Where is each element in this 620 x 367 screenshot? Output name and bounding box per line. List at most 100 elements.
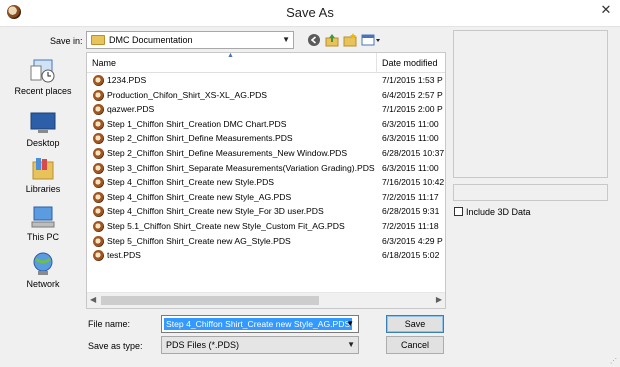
file-date: 7/1/2015 2:00 P	[382, 104, 443, 115]
file-name: 1234.PDS	[107, 75, 147, 85]
save-as-type-value: PDS Files (*.PDS)	[166, 340, 240, 350]
file-name: Step 1_Chiffon Shirt_Creation DMC Chart.…	[107, 118, 287, 129]
file-list-header: ▲ Name Date modified	[87, 53, 445, 73]
file-row[interactable]: 1234.PDS 7/1/2015 1:53 P	[87, 74, 445, 88]
file-row[interactable]: qazwer.PDS 7/1/2015 2:00 P	[87, 103, 445, 117]
place-label: Libraries	[25, 184, 61, 194]
chevron-down-icon: ▼	[282, 35, 290, 44]
file-name-label: File name:	[88, 319, 131, 329]
file-row[interactable]: Step 4_Chiffon Shirt_Create new Style_Fo…	[87, 205, 445, 219]
file-date: 7/16/2015 10:42	[382, 177, 444, 188]
pds-file-icon	[93, 221, 104, 232]
pds-file-icon	[93, 104, 104, 116]
file-name: Step 4_Chiffon Shirt_Create new Style_AG…	[107, 191, 292, 202]
file-name: Step 3_Chiffon Shirt_Separate Measuremen…	[107, 162, 375, 173]
include-3d-label: Include 3D Data	[466, 207, 531, 217]
save-in-value: DMC Documentation	[109, 35, 193, 45]
place-desktop[interactable]: Desktop	[4, 110, 82, 148]
chevron-down-icon[interactable]: ▼	[346, 319, 354, 328]
file-date: 6/3/2015 11:00	[382, 162, 439, 173]
save-as-type-label: Save as type:	[88, 341, 143, 351]
file-row[interactable]: Step 3_Chiffon Shirt_Separate Measuremen…	[87, 162, 445, 176]
pds-file-icon	[93, 162, 104, 174]
save-button[interactable]: Save	[386, 315, 444, 333]
pds-file-icon	[93, 75, 104, 86]
include-3d-checkbox[interactable]	[454, 207, 463, 216]
view-menu-icon[interactable]	[361, 33, 383, 47]
place-label: Desktop	[26, 138, 60, 148]
file-date: 7/1/2015 1:53 P	[382, 75, 443, 85]
pds-file-icon	[93, 133, 104, 145]
place-libraries[interactable]: Libraries	[4, 156, 82, 194]
network-icon	[28, 251, 58, 277]
place-network[interactable]: Network	[4, 251, 82, 289]
pds-file-icon	[93, 250, 104, 262]
file-row[interactable]: Step 2_Chiffon Shirt_Define Measurements…	[87, 132, 445, 146]
scroll-right-icon[interactable]: ▶	[436, 295, 442, 304]
file-row[interactable]: Step 5_Chiffon Shirt_Create new AG_Style…	[87, 235, 445, 249]
file-name: Step 2_Chiffon Shirt_Define Measurements…	[107, 148, 348, 158]
file-name: Step 5_Chiffon Shirt_Create new AG_Style…	[107, 235, 291, 246]
desktop-icon	[28, 110, 58, 136]
new-folder-icon[interactable]	[342, 33, 358, 47]
window-title: Save As	[286, 5, 334, 20]
pds-file-icon	[93, 191, 104, 203]
back-icon[interactable]	[306, 33, 322, 47]
file-row[interactable]: Step 5.1_Chiffon Shirt_Create new Style_…	[87, 220, 445, 234]
file-date: 7/2/2015 11:17	[382, 191, 439, 202]
title-bar: Save As ✕	[0, 0, 620, 27]
close-icon[interactable]: ✕	[596, 1, 616, 19]
file-name: Step 5.1_Chiffon Shirt_Create new Style_…	[107, 221, 345, 231]
column-header-name[interactable]: Name	[92, 58, 116, 68]
file-name: test.PDS	[107, 250, 141, 261]
file-date: 6/3/2015 11:00	[382, 118, 439, 129]
scroll-left-icon[interactable]: ◀	[90, 295, 96, 304]
file-row[interactable]: Step 4_Chiffon Shirt_Create new Style_AG…	[87, 191, 445, 205]
place-recent-places[interactable]: Recent places	[4, 58, 82, 96]
scrollbar-thumb[interactable]	[101, 296, 319, 305]
place-this-pc[interactable]: This PC	[4, 204, 82, 242]
column-header-date[interactable]: Date modified	[382, 58, 438, 68]
resize-grip-icon[interactable]: ⋰	[610, 357, 618, 365]
file-row[interactable]: Step 4_Chiffon Shirt_Create new Style.PD…	[87, 176, 445, 190]
sort-ascending-icon: ▲	[227, 52, 234, 59]
file-row[interactable]: Step 2_Chiffon Shirt_Define Measurements…	[87, 147, 445, 161]
file-name: Step 2_Chiffon Shirt_Define Measurements…	[107, 133, 293, 144]
column-separator[interactable]	[376, 53, 377, 72]
file-list[interactable]: ▲ Name Date modified 1234.PDS 7/1/2015 1:…	[86, 52, 446, 309]
file-date: 6/4/2015 2:57 P	[382, 89, 443, 100]
place-label: Recent places	[14, 86, 72, 96]
file-row[interactable]: Step 1_Chiffon Shirt_Creation DMC Chart.…	[87, 118, 445, 132]
save-in-label: Save in:	[50, 36, 83, 46]
place-label: Network	[26, 279, 60, 289]
file-name: Step 4_Chiffon Shirt_Create new Style_Fo…	[107, 206, 324, 217]
up-folder-icon[interactable]	[324, 33, 340, 47]
libraries-icon	[28, 156, 58, 182]
file-date: 6/3/2015 4:29 P	[382, 235, 443, 246]
file-row[interactable]: Production_Chifon_Shirt_XS-XL_AG.PDS 6/4/…	[87, 89, 445, 103]
save-as-type-select[interactable]: PDS Files (*.PDS) ▼	[161, 336, 359, 354]
pds-file-icon	[93, 148, 104, 159]
pds-file-icon	[93, 89, 104, 101]
file-date: 6/28/2015 10:37	[382, 148, 444, 158]
preview-info-box	[453, 184, 608, 201]
cancel-button[interactable]: Cancel	[386, 336, 444, 354]
pds-file-icon	[93, 177, 104, 189]
pds-file-icon	[93, 235, 104, 247]
file-name: Production_Chifon_Shirt_XS-XL_AG.PDS	[107, 89, 268, 100]
pds-file-icon	[93, 206, 104, 218]
file-name: qazwer.PDS	[107, 104, 155, 115]
recent-places-icon	[28, 58, 58, 84]
file-date: 6/3/2015 11:00	[382, 133, 439, 144]
this-pc-icon	[28, 204, 58, 230]
file-name-value: Step 4_Chiffon Shirt_Create new Style_AG…	[164, 318, 353, 330]
horizontal-scrollbar[interactable]: ◀ ▶	[87, 292, 445, 308]
pds-file-icon	[93, 118, 104, 130]
preview-pane	[453, 30, 608, 178]
file-date: 6/28/2015 9:31	[382, 206, 440, 217]
place-label: This PC	[26, 232, 59, 242]
file-name-input[interactable]: Step 4_Chiffon Shirt_Create new Style_AG…	[161, 315, 359, 333]
file-date: 7/2/2015 11:18	[382, 221, 439, 231]
file-row[interactable]: test.PDS 6/18/2015 5:02	[87, 249, 445, 263]
save-in-combo[interactable]: DMC Documentation ▼	[86, 31, 294, 49]
